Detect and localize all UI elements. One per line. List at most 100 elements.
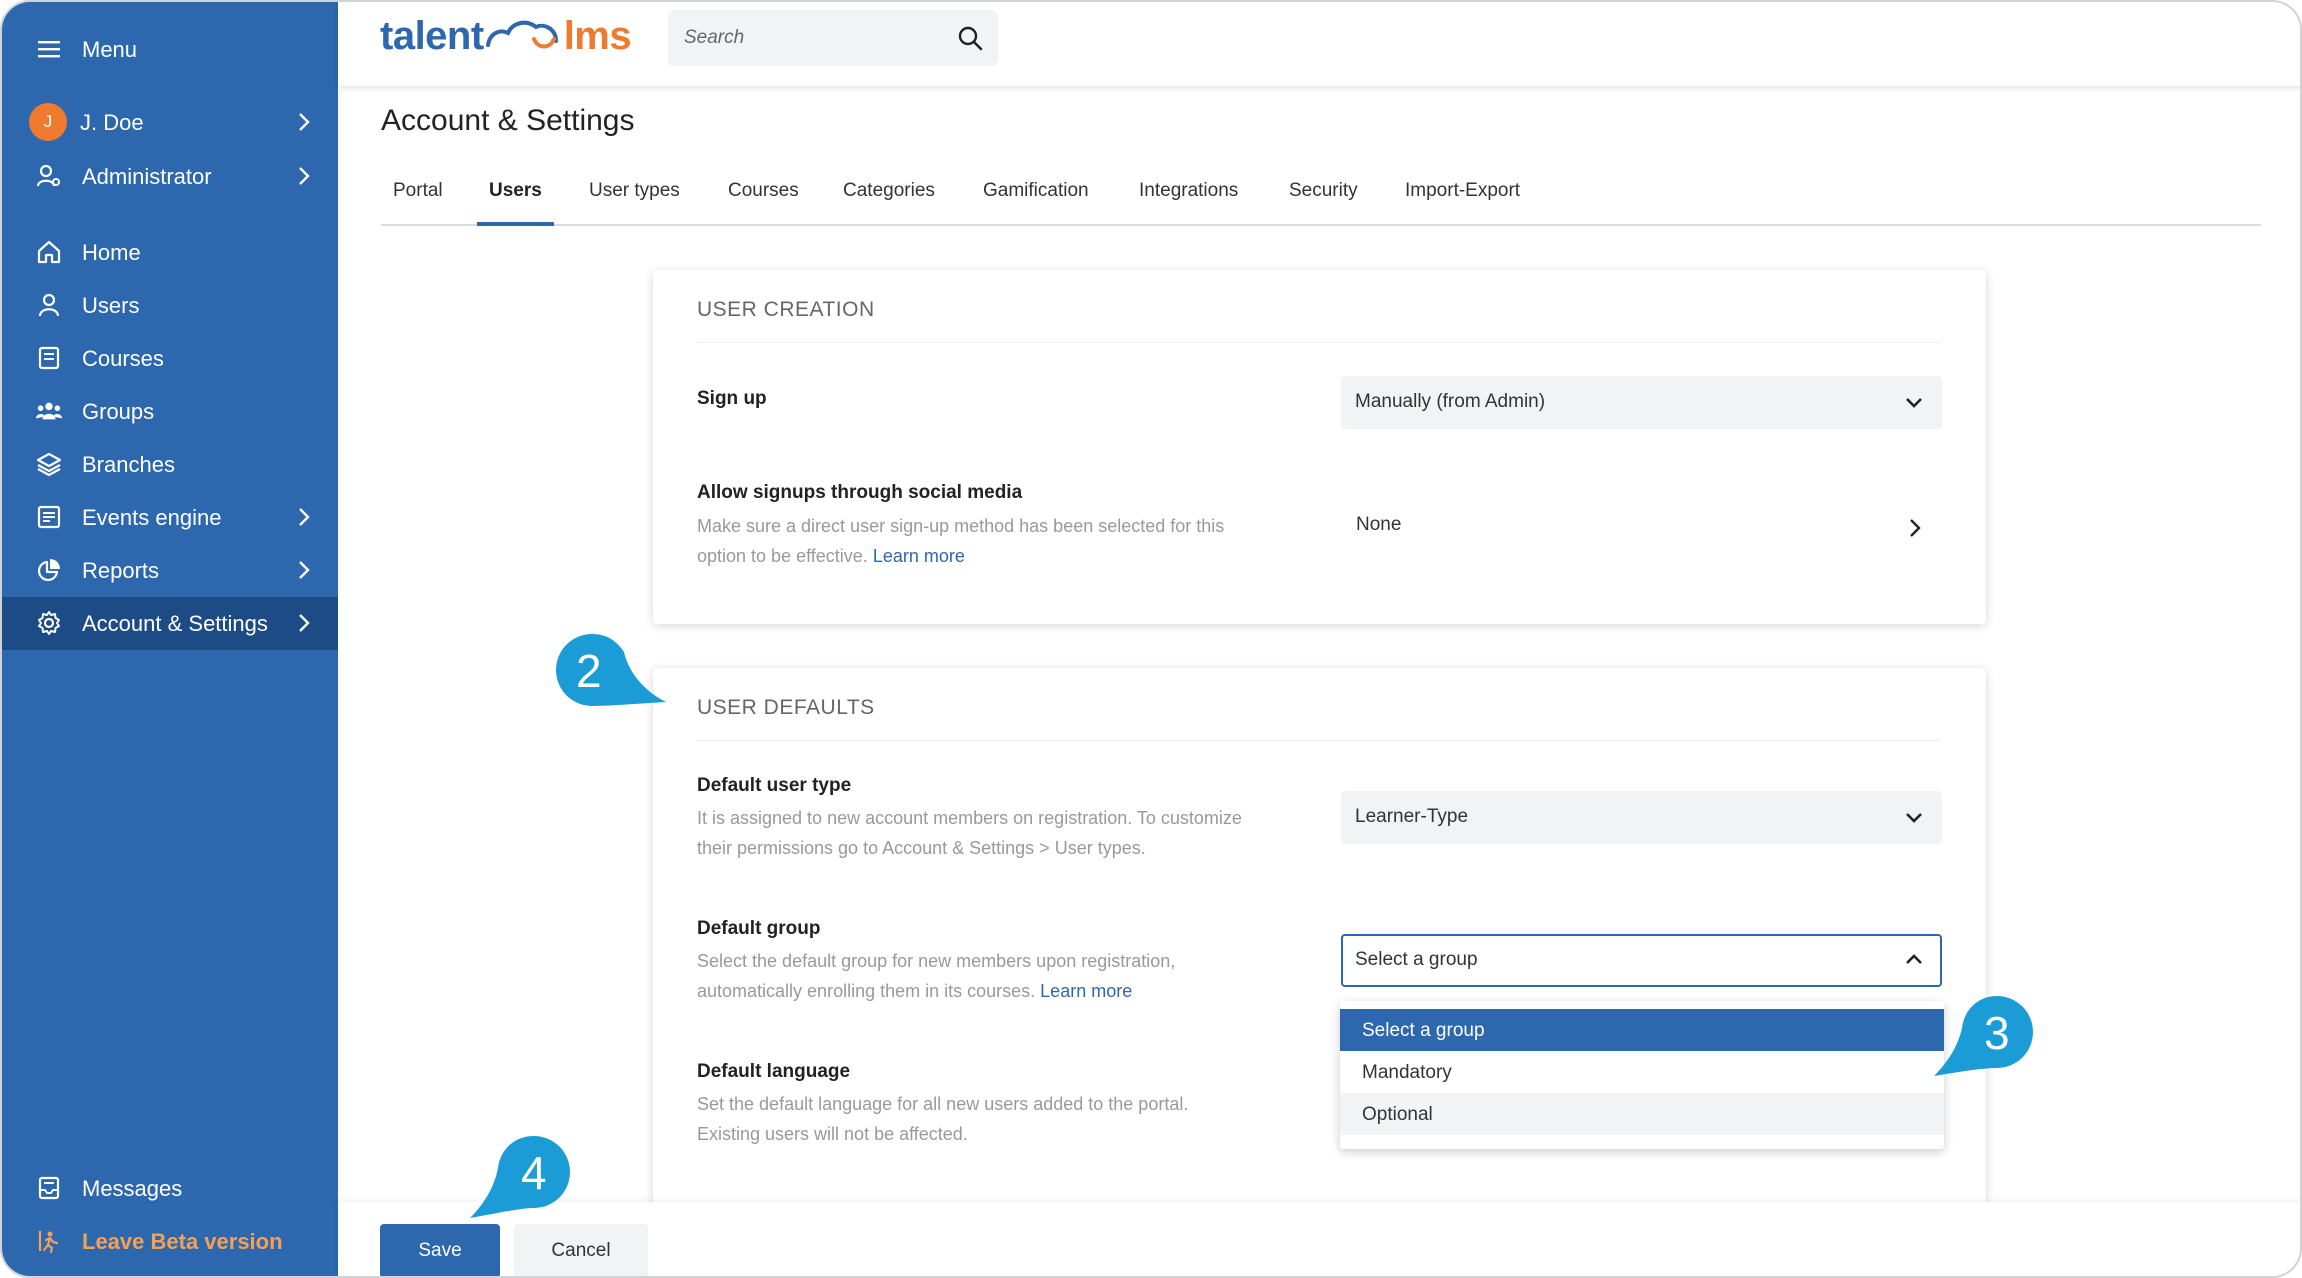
tab-categories[interactable]: Categories: [843, 180, 935, 226]
tab-integrations[interactable]: Integrations: [1139, 180, 1238, 226]
callout-badge-3: 3: [1932, 992, 2037, 1078]
sidebar-item-label: Account & Settings: [82, 610, 268, 636]
gear-icon: [36, 610, 62, 636]
select-value: Select a group: [1355, 949, 1478, 970]
user-role-icon: [36, 163, 62, 189]
social-signup-label: Allow signups through social media: [697, 482, 1023, 503]
chevron-up-icon: [1906, 954, 1922, 964]
logo-text-right: lms: [563, 14, 632, 58]
sidebar-item-label: Reports: [82, 557, 160, 583]
sidebar-item-label: Messages: [82, 1175, 183, 1201]
callout-badge-4: 4: [464, 1132, 574, 1220]
leave-beta-link[interactable]: Leave Beta version: [2, 1215, 338, 1268]
default-user-type-description: It is assigned to new account members on…: [697, 808, 1242, 858]
tab-courses[interactable]: Courses: [728, 180, 799, 226]
sidebar: Menu J J. Doe Administrator Home Users C…: [2, 2, 338, 1276]
role-label: Administrator: [82, 163, 212, 189]
sidebar-item-messages[interactable]: Messages: [2, 1162, 338, 1215]
sidebar-item-label: Users: [82, 292, 140, 318]
chevron-down-icon: [1906, 813, 1922, 823]
sidebar-item-reports[interactable]: Reports: [2, 544, 338, 597]
group-option-optional[interactable]: Optional: [1340, 1093, 1944, 1135]
chevron-right-icon: [292, 609, 316, 637]
learn-more-link[interactable]: Learn more: [1040, 981, 1132, 1001]
tab-import-export[interactable]: Import-Export: [1405, 180, 1520, 226]
sidebar-item-label: Courses: [82, 345, 164, 371]
tab-users[interactable]: Users: [477, 180, 554, 226]
layers-icon: [36, 451, 62, 477]
sidebar-item-profile[interactable]: J J. Doe: [2, 96, 338, 149]
default-group-label: Default group: [697, 918, 821, 939]
chevron-right-icon[interactable]: [1903, 516, 1927, 540]
menu-label: Menu: [82, 36, 138, 62]
default-group-description: Select the default group for new members…: [697, 951, 1176, 1001]
default-language-label: Default language: [697, 1061, 851, 1082]
default-group-select[interactable]: Select a group: [1341, 934, 1942, 987]
user-name: J. Doe: [80, 109, 144, 135]
sidebar-item-label: Events engine: [82, 504, 222, 530]
sidebar-item-label: Groups: [82, 398, 155, 424]
avatar: J: [29, 103, 67, 141]
group-dropdown-list: Select a group Mandatory Optional: [1340, 1001, 1944, 1149]
section-heading: USER CREATION: [697, 298, 875, 321]
divider: [697, 342, 1941, 343]
action-bar: Save Cancel: [338, 1202, 2300, 1276]
search-icon[interactable]: [956, 24, 984, 52]
book-icon: [36, 345, 62, 371]
user-icon: [36, 292, 62, 318]
app-window: Menu J J. Doe Administrator Home Users C…: [0, 0, 2302, 1278]
sidebar-item-events-engine[interactable]: Events engine: [2, 491, 338, 544]
pie-chart-icon: [36, 557, 62, 583]
tab-user-types[interactable]: User types: [589, 180, 680, 226]
talentlms-logo[interactable]: talent lms: [380, 14, 632, 59]
save-button[interactable]: Save: [380, 1224, 500, 1276]
exit-icon: [36, 1228, 62, 1254]
default-language-description: Set the default language for all new use…: [697, 1094, 1189, 1144]
group-icon: [36, 398, 62, 424]
logo-text-left: talent: [380, 14, 484, 58]
group-option-mandatory[interactable]: Mandatory: [1340, 1051, 1944, 1093]
tab-portal[interactable]: Portal: [393, 180, 443, 226]
group-option-select[interactable]: Select a group: [1340, 1009, 1944, 1051]
chevron-right-icon: [292, 503, 316, 531]
top-bar: talent lms Search: [338, 2, 2300, 86]
callout-badge-2: 2: [552, 630, 672, 710]
chevron-right-icon: [292, 556, 316, 584]
sidebar-item-groups[interactable]: Groups: [2, 385, 338, 438]
chevron-down-icon: [1906, 398, 1922, 408]
chevron-right-icon: [292, 108, 316, 136]
events-icon: [36, 504, 62, 530]
sidebar-item-label: Home: [82, 239, 141, 265]
tab-gamification[interactable]: Gamification: [983, 180, 1089, 226]
menu-toggle[interactable]: Menu: [2, 23, 338, 76]
social-signup-value[interactable]: None: [1356, 514, 1401, 536]
default-user-type-label: Default user type: [697, 775, 852, 796]
sidebar-item-account-settings[interactable]: Account & Settings: [2, 597, 338, 650]
learn-more-link[interactable]: Learn more: [873, 546, 965, 566]
cloud-logo-icon: [485, 20, 558, 48]
select-value: Manually (from Admin): [1355, 391, 1546, 412]
sidebar-item-branches[interactable]: Branches: [2, 438, 338, 491]
divider: [697, 740, 1941, 741]
default-user-type-select[interactable]: Learner-Type: [1341, 791, 1942, 844]
page-title: Account & Settings: [381, 104, 635, 137]
sidebar-item-home[interactable]: Home: [2, 226, 338, 279]
cancel-button[interactable]: Cancel: [514, 1224, 648, 1276]
leave-beta-label: Leave Beta version: [82, 1228, 283, 1254]
chevron-right-icon: [292, 162, 316, 190]
settings-tabs: Portal Users User types Courses Categori…: [381, 170, 2261, 226]
hamburger-icon: [36, 36, 62, 62]
tab-security[interactable]: Security: [1289, 180, 1358, 226]
sidebar-item-users[interactable]: Users: [2, 279, 338, 332]
inbox-icon: [36, 1175, 62, 1201]
search-input[interactable]: Search: [684, 27, 744, 49]
signup-select[interactable]: Manually (from Admin): [1341, 376, 1942, 429]
home-icon: [36, 239, 62, 265]
search-box[interactable]: Search: [668, 10, 998, 66]
signup-label: Sign up: [697, 388, 767, 409]
sidebar-item-courses[interactable]: Courses: [2, 332, 338, 385]
social-signup-description: Make sure a direct user sign-up method h…: [697, 516, 1225, 566]
user-creation-card: USER CREATION Sign up Manually (from Adm…: [653, 270, 1986, 624]
select-value: Learner-Type: [1355, 806, 1469, 827]
sidebar-item-role[interactable]: Administrator: [2, 150, 338, 203]
